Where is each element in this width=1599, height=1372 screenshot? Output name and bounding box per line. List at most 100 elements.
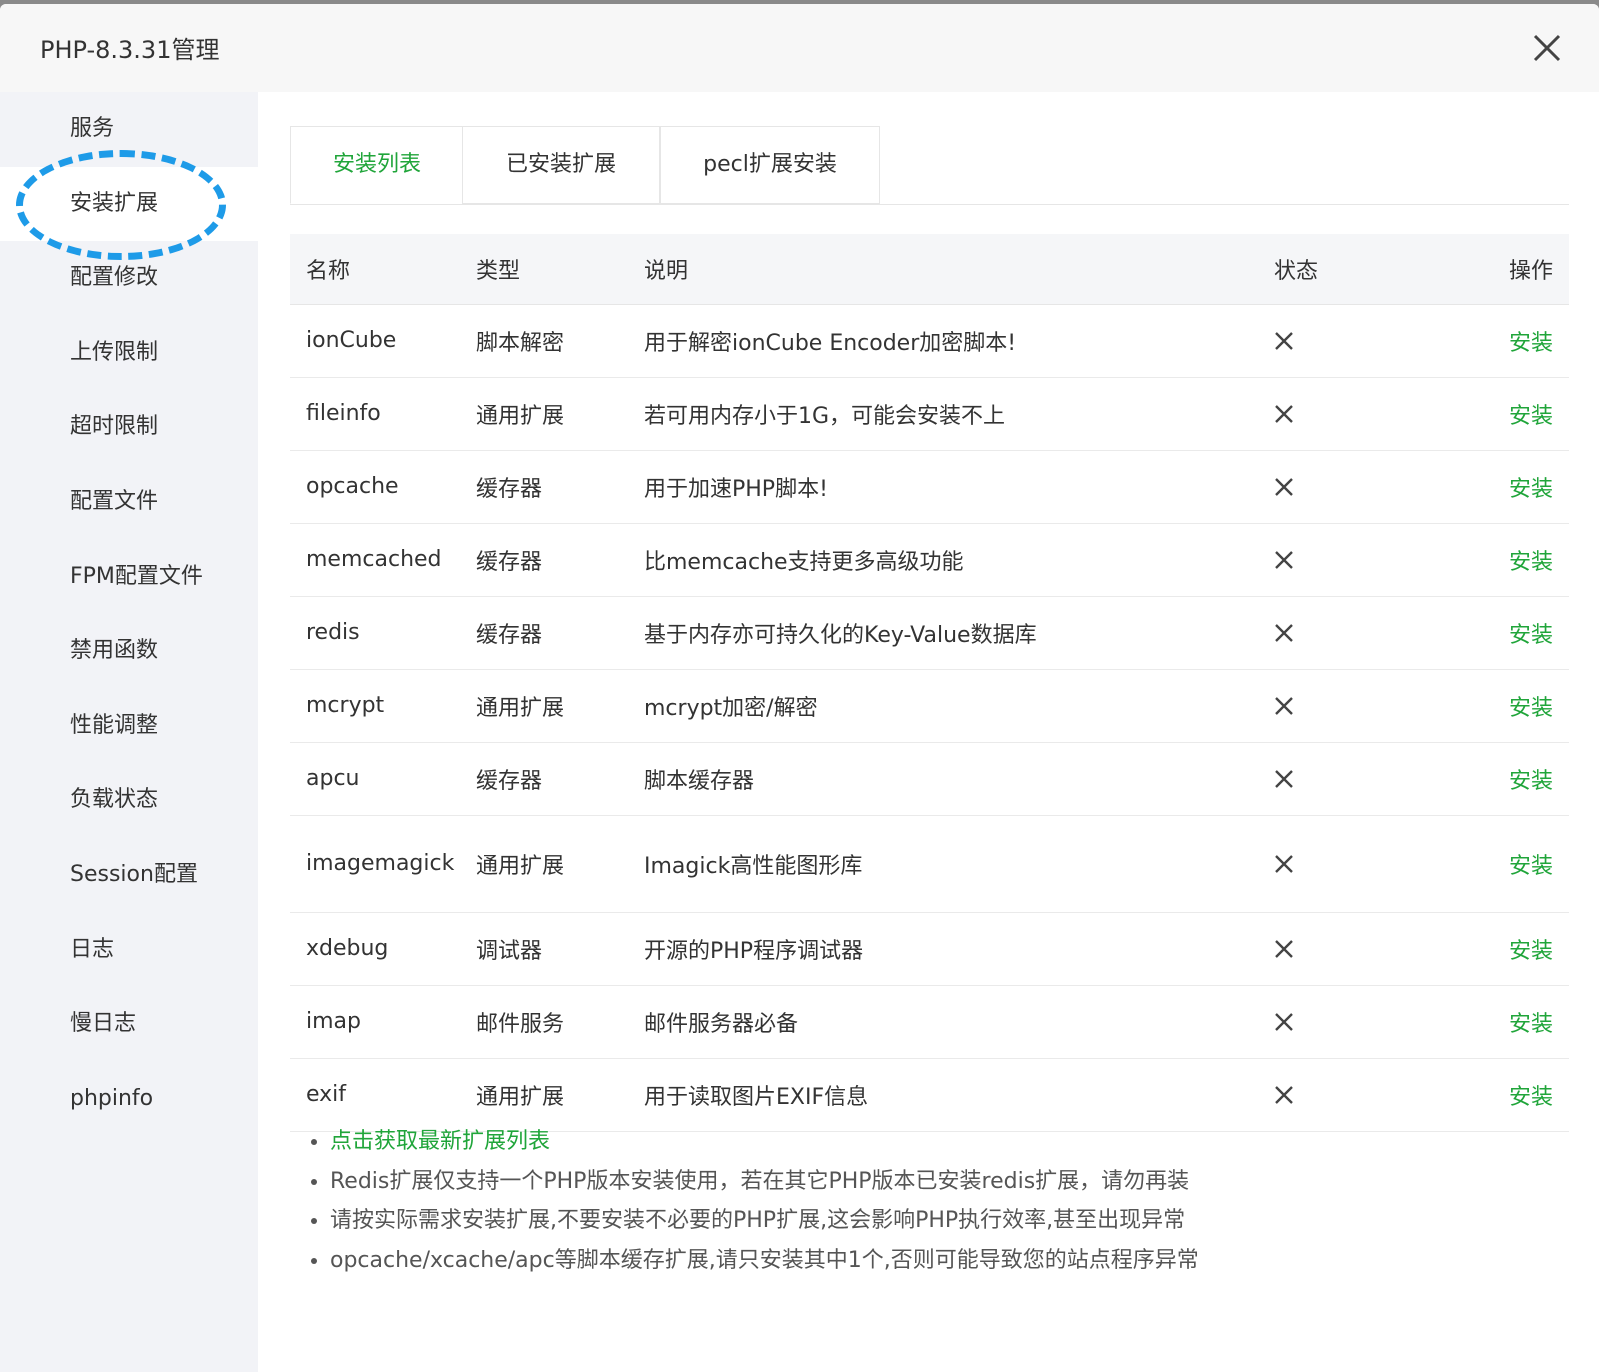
extension-type: 通用扩展 [476,854,565,879]
table-row: apcu 缓存器 脚本缓存器 安装 [290,743,1569,816]
extension-name: imagemagick [306,851,455,876]
install-button[interactable]: 安装 [1509,816,1553,912]
extensions-table: 名称 类型 说明 状态 操作 ionCube 脚本解密 用于解密ionCube En… [290,234,1569,1132]
status-not-installed-icon [1274,670,1294,742]
extension-name: exif [306,1082,347,1107]
extension-name: apcu [306,766,360,791]
extension-desc: 若可用内存小于1G，可能会安装不上 [644,404,1006,429]
status-not-installed-icon [1274,986,1294,1058]
status-not-installed-icon [1274,305,1294,377]
sidebar-item-load-status[interactable]: 负载状态 [0,763,258,838]
close-icon[interactable] [1529,30,1565,66]
sidebar-item-config-file[interactable]: 配置文件 [0,465,258,540]
sidebar-item-config-edit[interactable]: 配置修改 [0,241,258,316]
extension-desc: 用于解密ionCube Encoder加密脚本! [644,331,1017,356]
extension-desc: 开源的PHP程序调试器 [644,939,864,964]
sidebar-item-phpinfo[interactable]: phpinfo [0,1062,258,1137]
table-row: ionCube 脚本解密 用于解密ionCube Encoder加密脚本! 安装 [290,305,1569,378]
table-row: fileinfo 通用扩展 若可用内存小于1G，可能会安装不上 安装 [290,378,1569,451]
status-not-installed-icon [1274,913,1294,985]
table-row: memcached 缓存器 比memcache支持更多高级功能 安装 [290,524,1569,597]
sidebar-item-fpm-config[interactable]: FPM配置文件 [0,540,258,615]
extension-type: 通用扩展 [476,696,565,721]
extension-type: 脚本解密 [476,331,565,356]
extension-name: memcached [306,547,442,572]
header-status: 状态 [1274,259,1319,284]
table-row: redis 缓存器 基于内存亦可持久化的Key-Value数据库 安装 [290,597,1569,670]
tab-installed-extensions[interactable]: 已安装扩展 [462,126,660,204]
extension-desc: 脚本缓存器 [644,769,755,794]
extension-type: 缓存器 [476,477,543,502]
tab-install-list[interactable]: 安装列表 [290,126,464,204]
extension-name: redis [306,620,360,645]
extension-name: ionCube [306,328,397,353]
install-button[interactable]: 安装 [1509,305,1553,377]
status-not-installed-icon [1274,1059,1294,1131]
list-item: 请按实际需求安装扩展,不要安装不必要的PHP扩展,这会影响PHP执行效率,甚至出… [330,1201,1569,1241]
extension-name: opcache [306,474,399,499]
install-button[interactable]: 安装 [1509,451,1553,523]
table-row: xdebug 调试器 开源的PHP程序调试器 安装 [290,913,1569,986]
header-op: 操作 [1508,259,1553,284]
sidebar-item-service[interactable]: 服务 [0,92,258,167]
extension-desc: 用于加速PHP脚本! [644,477,828,502]
notes: 点击获取最新扩展列表 Redis扩展仅支持一个PHP版本安装使用，若在其它PHP… [302,1122,1569,1280]
table-row: opcache 缓存器 用于加速PHP脚本! 安装 [290,451,1569,524]
status-not-installed-icon [1274,597,1294,669]
sidebar-item-performance[interactable]: 性能调整 [0,689,258,764]
sidebar-item-slow-log[interactable]: 慢日志 [0,987,258,1062]
status-not-installed-icon [1274,378,1294,450]
extension-type: 调试器 [476,939,543,964]
extension-type: 邮件服务 [476,1012,565,1037]
php-manager-dialog: PHP-8.3.31管理 服务 安装扩展 配置修改 上传限制 超时限制 配置文件… [0,4,1599,1372]
tab-bar: 安装列表 已安装扩展 pecl扩展安装 [290,126,1569,205]
refresh-extension-list-link[interactable]: 点击获取最新扩展列表 [330,1129,550,1154]
main-content: 安装列表 已安装扩展 pecl扩展安装 名称 类型 说明 状态 操作 ionCu… [290,92,1569,1372]
install-button[interactable]: 安装 [1509,1059,1553,1131]
table-row: imap 邮件服务 邮件服务器必备 安装 [290,986,1569,1059]
header-type: 类型 [476,259,521,284]
extension-desc: 比memcache支持更多高级功能 [644,550,964,575]
sidebar-item-log[interactable]: 日志 [0,913,258,988]
install-button[interactable]: 安装 [1509,670,1553,742]
list-item: opcache/xcache/apc等脚本缓存扩展,请只安装其中1个,否则可能导… [330,1241,1569,1281]
status-not-installed-icon [1274,816,1294,912]
install-button[interactable]: 安装 [1509,743,1553,815]
sidebar-item-install-extension[interactable]: 安装扩展 [0,166,258,242]
extension-name: imap [306,1009,361,1034]
install-button[interactable]: 安装 [1509,986,1553,1058]
install-button[interactable]: 安装 [1509,524,1553,596]
status-not-installed-icon [1274,524,1294,596]
extension-desc: 邮件服务器必备 [644,1012,799,1037]
tab-pecl-install[interactable]: pecl扩展安装 [660,126,880,204]
extension-type: 缓存器 [476,769,543,794]
install-button[interactable]: 安装 [1509,597,1553,669]
header-desc: 说明 [644,259,689,284]
status-not-installed-icon [1274,451,1294,523]
extension-name: xdebug [306,936,389,961]
dialog-title: PHP-8.3.31管理 [40,36,220,64]
extension-name: fileinfo [306,401,381,426]
install-button[interactable]: 安装 [1509,378,1553,450]
extension-desc: Imagick高性能图形库 [644,854,863,879]
sidebar-item-disabled-functions[interactable]: 禁用函数 [0,614,258,689]
install-button[interactable]: 安装 [1509,913,1553,985]
sidebar-item-session-config[interactable]: Session配置 [0,838,258,913]
list-item: Redis扩展仅支持一个PHP版本安装使用，若在其它PHP版本已安装redis扩… [330,1162,1569,1202]
extension-desc: 用于读取图片EXIF信息 [644,1085,869,1110]
list-item: 点击获取最新扩展列表 [330,1122,1569,1162]
extension-desc: mcrypt加密/解密 [644,696,818,721]
sidebar: 服务 安装扩展 配置修改 上传限制 超时限制 配置文件 FPM配置文件 禁用函数… [0,92,258,1372]
extension-type: 缓存器 [476,623,543,648]
table-row: imagemagick 通用扩展 Imagick高性能图形库 安装 [290,816,1569,913]
extension-type: 通用扩展 [476,1085,565,1110]
extension-type: 缓存器 [476,550,543,575]
extension-name: mcrypt [306,693,385,718]
status-not-installed-icon [1274,743,1294,815]
extension-type: 通用扩展 [476,404,565,429]
sidebar-item-upload-limit[interactable]: 上传限制 [0,316,258,391]
header-name: 名称 [306,259,351,284]
table-header: 名称 类型 说明 状态 操作 [290,234,1569,305]
extension-desc: 基于内存亦可持久化的Key-Value数据库 [644,623,1037,648]
sidebar-item-timeout-limit[interactable]: 超时限制 [0,390,258,465]
